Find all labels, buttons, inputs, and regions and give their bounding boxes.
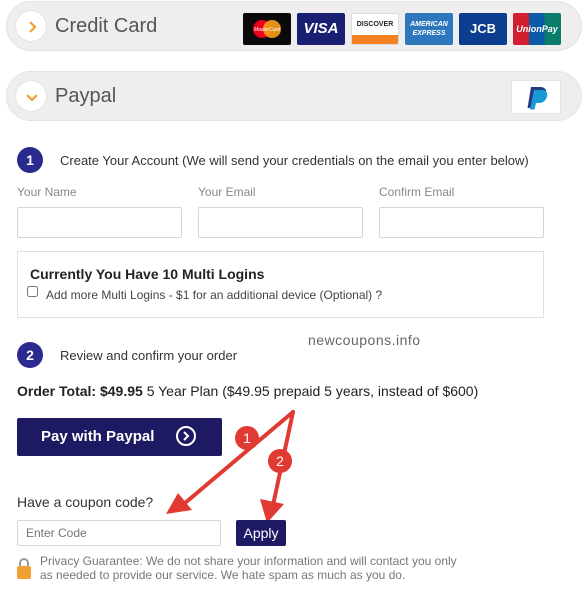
step-2-text: Review and confirm your order <box>60 348 238 363</box>
name-input[interactable] <box>17 207 182 238</box>
privacy-line-1: Privacy Guarantee: We do not share your … <box>40 554 457 568</box>
arrow-right-circle-icon <box>176 426 196 446</box>
privacy-text: Privacy Guarantee: We do not share your … <box>40 554 457 582</box>
email-input[interactable] <box>198 207 363 238</box>
apply-button[interactable]: Apply <box>236 520 286 546</box>
step-2-badge: 2 <box>17 342 43 368</box>
mastercard-label: MasterCard <box>254 27 280 33</box>
annotation-circle-1 <box>235 426 259 450</box>
order-total-amount: $49.95 <box>99 383 143 399</box>
credit-card-title: Credit Card <box>55 15 158 37</box>
multi-logins-checkbox[interactable] <box>27 286 38 297</box>
step-1-badge: 1 <box>17 147 43 173</box>
paypal-logo-icon <box>511 80 561 114</box>
annotation-circle-2 <box>268 449 292 473</box>
visa-icon: VISA <box>297 13 345 45</box>
paypal-panel[interactable]: Paypal <box>6 71 582 121</box>
mastercard-icon: MasterCard <box>243 13 291 45</box>
chevron-down-icon[interactable] <box>15 80 47 112</box>
watermark-text: newcoupons.info <box>308 332 421 348</box>
discover-label: DISCOVER <box>356 21 394 28</box>
credit-card-panel[interactable]: Credit Card MasterCard VISA DISCOVER AME… <box>6 1 582 51</box>
jcb-icon: JCB <box>459 13 507 45</box>
amex-label: AMERICAN EXPRESS <box>410 21 448 37</box>
step-1-text: Create Your Account (We will send your c… <box>60 153 529 168</box>
privacy-line-2: as needed to provide our service. We hat… <box>40 568 406 582</box>
coupon-question: Have a coupon code? <box>17 494 154 510</box>
jcb-label: JCB <box>469 21 496 36</box>
unionpay-label: UnionPay <box>516 24 558 34</box>
amex-icon: AMERICAN EXPRESS <box>405 13 453 45</box>
unionpay-icon: UnionPay <box>513 13 561 45</box>
email-label: Your Email <box>198 185 256 199</box>
order-total: Order Total: $49.95 5 Year Plan ($49.95 … <box>17 383 478 399</box>
confirm-email-input[interactable] <box>379 207 544 238</box>
name-label: Your Name <box>17 185 77 199</box>
annotation-number-1: 1 <box>243 430 251 446</box>
order-total-label: Order Total: <box>17 383 97 399</box>
lock-icon <box>16 556 32 585</box>
chevron-right-icon[interactable] <box>15 10 47 42</box>
paypal-title: Paypal <box>55 85 117 107</box>
pay-button-label: Pay with Paypal <box>41 428 155 445</box>
multi-logins-heading: Currently You Have 10 Multi Logins <box>30 266 265 282</box>
multi-logins-checkbox-label: Add more Multi Logins - $1 for an additi… <box>46 288 383 302</box>
pay-with-paypal-button[interactable]: Pay with Paypal <box>17 418 222 456</box>
coupon-input[interactable] <box>17 520 221 546</box>
visa-label: VISA <box>303 20 339 37</box>
annotation-number-2: 2 <box>276 453 284 469</box>
confirm-email-label: Confirm Email <box>379 185 455 199</box>
order-plan: 5 Year Plan ($49.95 prepaid 5 years, ins… <box>146 383 479 399</box>
discover-icon: DISCOVER <box>351 13 399 45</box>
multi-logins-box: Currently You Have 10 Multi Logins Add m… <box>17 251 544 318</box>
